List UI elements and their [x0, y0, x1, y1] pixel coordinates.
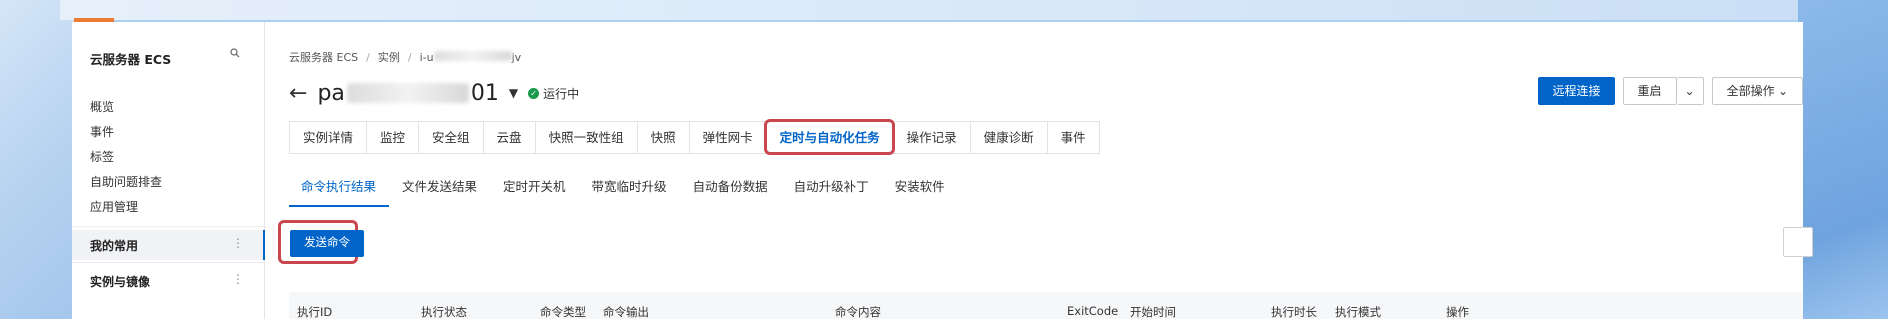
instance-name-prefix: pa — [317, 80, 345, 106]
sidebar-item-app-management[interactable]: 应用管理 — [90, 198, 138, 215]
restart-button[interactable]: 重启 — [1622, 77, 1677, 105]
tab-snapshot-consistency-groups[interactable]: 快照一致性组 — [534, 121, 637, 153]
title-row: ← pa 01 ▼ ✓ 运行中 — [289, 78, 579, 108]
column-header-command-output: 命令输出 — [603, 305, 649, 319]
header-actions: 远程连接 重启 ⌄ 全部操作 ⌄ — [1538, 77, 1803, 105]
remote-connect-button[interactable]: 远程连接 — [1538, 77, 1615, 105]
automation-subtabs: 命令执行结果 文件发送结果 定时开关机 带宽临时升级 自动备份数据 自动升级补丁… — [289, 172, 958, 207]
sidebar-divider — [72, 262, 264, 263]
column-header-exit-code: ExitCode — [1067, 304, 1119, 318]
tab-events[interactable]: 事件 — [1046, 121, 1100, 153]
column-header-start-time: 开始时间 — [1130, 305, 1176, 319]
sidebar-item-self-troubleshoot[interactable]: 自助问题排查 — [90, 173, 162, 190]
tab-security-groups[interactable]: 安全组 — [418, 121, 483, 153]
back-arrow-icon[interactable]: ← — [289, 81, 307, 106]
column-header-exec-mode: 执行模式 — [1335, 305, 1381, 319]
tab-monitoring[interactable]: 监控 — [366, 121, 419, 153]
instance-name: pa 01 — [317, 81, 498, 106]
more-vertical-icon[interactable]: ⋮ — [232, 272, 244, 286]
all-actions-label: 全部操作 — [1726, 84, 1775, 98]
redacted-area — [346, 83, 469, 103]
subtab-scheduled-power[interactable]: 定时开关机 — [490, 172, 579, 207]
sidebar-group-label: 实例与镜像 — [90, 275, 151, 289]
chevron-down-icon: ⌄ — [1777, 84, 1788, 98]
sidebar: 云服务器 ECS 概览 事件 标签 自助问题排查 应用管理 我的常用 ⋮ 实例与… — [72, 22, 265, 319]
tab-health-diagnosis[interactable]: 健康诊断 — [969, 121, 1047, 153]
sidebar-item-tags[interactable]: 标签 — [90, 148, 114, 165]
send-command-highlight: 发送命令 — [278, 220, 364, 264]
subtab-install-software[interactable]: 安装软件 — [882, 172, 958, 207]
chevron-down-icon[interactable]: ⌄ — [1676, 77, 1704, 105]
sidebar-item-events[interactable]: 事件 — [90, 123, 114, 140]
column-header-duration: 执行时长 — [1271, 305, 1317, 319]
breadcrumb-separator: / — [407, 50, 412, 64]
subtab-command-results[interactable]: 命令执行结果 — [289, 172, 390, 207]
sidebar-group-favorites[interactable]: 我的常用 ⋮ — [72, 230, 265, 260]
status-text: 运行中 — [543, 86, 580, 101]
column-header-exec-id: 执行ID — [297, 305, 333, 319]
background-left — [0, 0, 80, 319]
tab-operation-logs[interactable]: 操作记录 — [892, 121, 970, 153]
sidebar-divider — [72, 226, 264, 227]
sidebar-item-overview[interactable]: 概览 — [90, 98, 114, 115]
status-badge: ✓ 运行中 — [528, 85, 579, 102]
breadcrumb-instance-id: i-u jv — [419, 50, 522, 64]
send-command-button[interactable]: 发送命令 — [290, 230, 364, 257]
redacted-area — [433, 50, 512, 61]
subtab-auto-patch[interactable]: 自动升级补丁 — [781, 172, 882, 207]
instance-id-suffix: jv — [511, 50, 522, 64]
column-header-command-type: 命令类型 — [540, 305, 586, 319]
subtab-file-send-results[interactable]: 文件发送结果 — [389, 172, 490, 207]
background-right — [1798, 0, 1888, 319]
instance-id-prefix: i-u — [419, 50, 434, 64]
sidebar-group-label: 我的常用 — [90, 239, 139, 253]
column-header-command-content: 命令内容 — [835, 305, 881, 319]
breadcrumb-separator: / — [366, 50, 370, 64]
breadcrumb-ecs[interactable]: 云服务器 ECS — [289, 49, 358, 65]
check-circle-icon: ✓ — [528, 87, 540, 99]
sidebar-group-instances-images[interactable]: 实例与镜像 ⋮ — [72, 266, 264, 296]
tab-snapshots[interactable]: 快照 — [636, 121, 689, 153]
breadcrumb: 云服务器 ECS / 实例 / i-u jv — [289, 49, 521, 65]
background-top-band — [60, 0, 1820, 20]
sidebar-title: 云服务器 ECS — [90, 52, 172, 67]
main-panel: 云服务器 ECS / 实例 / i-u jv ← pa 01 ▼ ✓ 运行中 远程连… — [265, 22, 1813, 319]
tab-disks[interactable]: 云盘 — [482, 121, 535, 153]
subtab-auto-backup[interactable]: 自动备份数据 — [680, 172, 781, 207]
more-vertical-icon[interactable]: ⋮ — [232, 236, 244, 250]
all-actions-button[interactable]: 全部操作 ⌄ — [1711, 77, 1803, 105]
subtab-bandwidth-upgrade[interactable]: 带宽临时升级 — [579, 172, 680, 207]
tab-eni[interactable]: 弹性网卡 — [688, 121, 766, 153]
refresh-button[interactable] — [1783, 227, 1813, 257]
table-header: 执行ID 执行状态 命令类型 命令输出 命令内容 ExitCode 开始时间 执… — [289, 292, 1803, 319]
instance-name-suffix: 01 — [470, 80, 499, 106]
tab-scheduled-automation[interactable]: 定时与自动化任务 — [763, 119, 895, 155]
column-header-exec-status: 执行状态 — [421, 305, 467, 319]
column-header-actions: 操作 — [1446, 305, 1469, 319]
search-icon[interactable] — [230, 48, 244, 62]
instance-tabs: 实例详情 监控 安全组 云盘 快照一致性组 快照 弹性网卡 定时与自动化任务 操… — [289, 119, 1100, 155]
caret-down-icon[interactable]: ▼ — [509, 86, 518, 100]
restart-split-button: 重启 ⌄ — [1622, 77, 1704, 105]
breadcrumb-instances[interactable]: 实例 — [378, 49, 400, 65]
tab-instance-details[interactable]: 实例详情 — [289, 121, 367, 153]
